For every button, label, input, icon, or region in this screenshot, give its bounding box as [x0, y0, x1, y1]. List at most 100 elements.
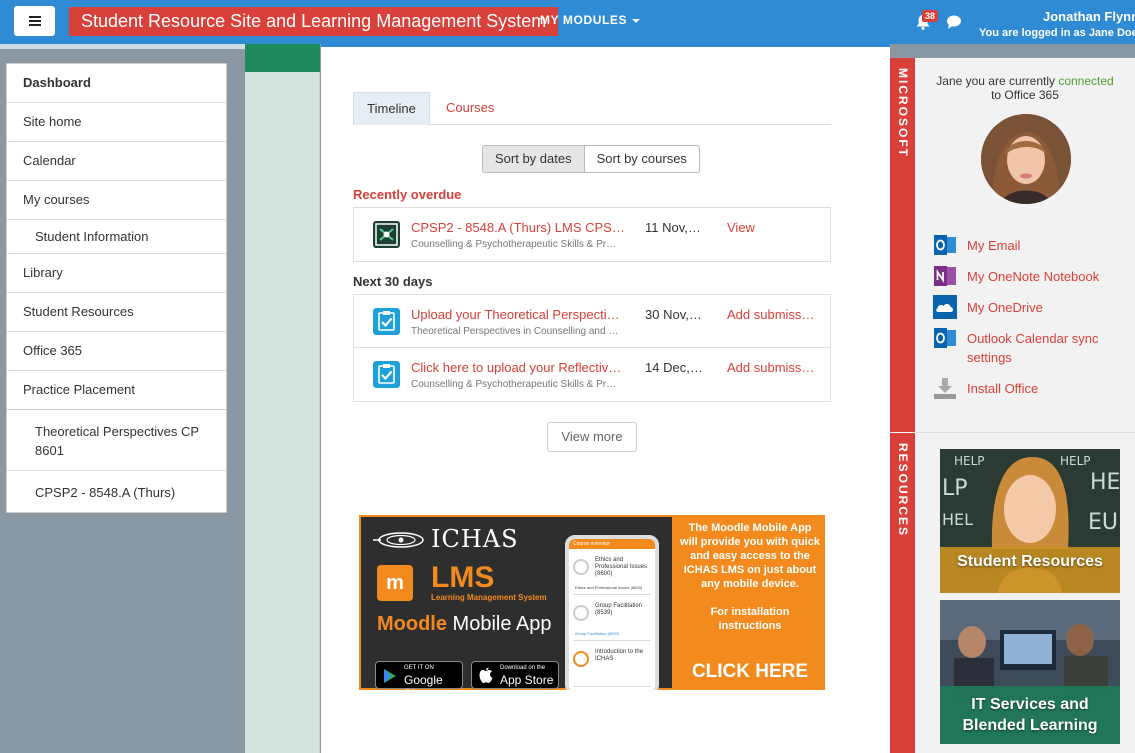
banner-app-rest: Mobile App — [447, 613, 552, 635]
nav-site-home[interactable]: Site home — [7, 103, 226, 142]
banner-promo-text: The Moodle Mobile App will provide you w… — [679, 521, 821, 633]
view-more-button[interactable]: View more — [547, 422, 637, 452]
connection-status: Jane you are currently connected to Offi… — [922, 74, 1128, 102]
banner-dark-panel: ICHAS m LMS Learning Management System M… — [359, 515, 674, 690]
nav-course-cpsp2[interactable]: CPSP2 - 8548.A (Thurs) — [7, 471, 226, 512]
student-resources-tile[interactable]: HELP HELP LP HE HEL EU Student Resources — [940, 449, 1120, 593]
quiz-icon — [373, 221, 400, 248]
event-title-link[interactable]: Click here to upload your Reflective Jou… — [411, 360, 626, 375]
svg-text:HE: HE — [1090, 470, 1120, 495]
phone-course-item: Group Facilitation (8539) Group Facilitat… — [573, 599, 651, 641]
resources-tab-label: RESOURCES — [896, 443, 910, 538]
tab-courses[interactable]: Courses — [446, 92, 494, 125]
banner-app-name: Moodle Mobile App — [377, 613, 552, 636]
app-store-big-text: App Store — [500, 673, 554, 687]
nav-student-information[interactable]: Student Information — [7, 220, 226, 254]
notification-count-badge: 38 — [922, 10, 939, 22]
onenote-icon — [934, 266, 956, 286]
sort-button-group: Sort by dates Sort by courses — [482, 145, 700, 173]
svg-text:HELP: HELP — [1060, 454, 1091, 468]
nav-my-courses[interactable]: My courses — [7, 181, 226, 220]
nav-course-theoretical-perspectives[interactable]: Theoretical Perspectives CP 8601 — [7, 410, 226, 471]
svg-text:LP: LP — [942, 476, 968, 501]
phone-course-name: Introduction to the ICHAS — [595, 649, 644, 662]
banner-click-here[interactable]: CLICK HERE — [679, 661, 821, 683]
apple-icon — [479, 667, 493, 683]
event-item: CPSP2 - 8548.A (Thurs) LMS CPSP2 - 8548.… — [354, 208, 830, 261]
event-action-link[interactable]: Add submission — [727, 360, 817, 375]
my-email-link[interactable]: My Email — [967, 236, 1020, 255]
moodle-mobile-app-banner[interactable]: ICHAS m LMS Learning Management System M… — [359, 515, 825, 690]
my-modules-dropdown[interactable]: MY MODULES — [540, 13, 641, 27]
block-region-left — [245, 44, 320, 753]
caret-down-icon — [632, 18, 641, 23]
it-services-tile[interactable]: IT Services and Blended Learning — [940, 600, 1120, 744]
my-onenote-link[interactable]: My OneNote Notebook — [967, 267, 1099, 286]
phone-course-sub: Group Facilitation (8539) — [575, 631, 620, 636]
outlook-calendar-icon — [934, 328, 956, 348]
tab-timeline[interactable]: Timeline — [353, 92, 430, 125]
ichas-logo-icon — [373, 532, 424, 548]
banner-install-text: For installation instructions — [710, 606, 790, 632]
event-title-link[interactable]: CPSP2 - 8548.A (Thurs) LMS CPSP2 - 8548.… — [411, 220, 626, 235]
install-office-link[interactable]: Install Office — [967, 379, 1038, 398]
nav-calendar[interactable]: Calendar — [7, 142, 226, 181]
phone-header: Course overview — [569, 539, 655, 549]
svg-text:HELP: HELP — [954, 454, 985, 468]
progress-circle — [573, 605, 589, 621]
outlook-calendar-sync-link[interactable]: Outlook Calendar sync settings — [967, 329, 1117, 367]
timeline-tabs: Timeline Courses — [353, 92, 831, 125]
microsoft-tab[interactable]: MICROSOFT — [890, 58, 915, 432]
nav-office-365[interactable]: Office 365 — [7, 332, 226, 371]
download-icon — [934, 378, 956, 399]
next-30-days-heading: Next 30 days — [353, 274, 433, 289]
progress-circle — [573, 651, 589, 667]
nav-library[interactable]: Library — [7, 254, 226, 293]
resources-tab[interactable]: RESOURCES — [890, 433, 915, 753]
hamburger-menu-button[interactable] — [14, 6, 55, 36]
recently-overdue-heading: Recently overdue — [353, 187, 462, 202]
message-icon[interactable] — [946, 14, 962, 30]
phone-course-item: Ethics and Professional Issues (8600) Eth… — [573, 553, 651, 595]
sort-by-dates-button[interactable]: Sort by dates — [482, 145, 584, 173]
banner-lms-subtitle: Learning Management System — [431, 593, 547, 602]
assignment-icon — [373, 308, 400, 335]
event-date: 14 Dec, 2017 — [645, 360, 703, 375]
my-modules-label: MY MODULES — [540, 13, 628, 27]
site-title[interactable]: Student Resource Site and Learning Manag… — [69, 7, 559, 36]
progress-circle — [573, 559, 589, 575]
google-play-small-text: GET IT ON — [404, 665, 434, 671]
nav-dashboard[interactable]: Dashboard — [7, 64, 226, 103]
it-services-label: IT Services and Blended Learning — [962, 696, 1098, 734]
event-date: 30 Nov, 2017 — [645, 307, 703, 322]
nav-student-resources[interactable]: Student Resources — [7, 293, 226, 332]
event-title-link[interactable]: Upload your Theoretical Perspectives ess… — [411, 307, 626, 322]
hamburger-icon — [28, 16, 41, 26]
event-course-name: Theoretical Perspectives in Counselling … — [411, 326, 621, 337]
sort-by-courses-button[interactable]: Sort by courses — [583, 145, 700, 173]
svg-text:HEL: HEL — [942, 510, 973, 529]
banner-brand: ICHAS — [431, 525, 519, 553]
banner-promo-description: The Moodle Mobile App will provide you w… — [680, 522, 820, 590]
connection-suffix: to Office 365 — [991, 88, 1059, 102]
my-onedrive-link[interactable]: My OneDrive — [967, 298, 1043, 317]
event-item: Upload your Theoretical Perspectives ess… — [354, 295, 830, 348]
google-play-big-text: Google Play — [404, 673, 443, 690]
microsoft-tab-label: MICROSOFT — [896, 68, 910, 158]
event-date: 11 Nov, 2017 — [645, 220, 703, 235]
event-action-link[interactable]: Add submission — [727, 307, 817, 322]
user-name[interactable]: Jonathan Flynn — [1043, 9, 1135, 24]
event-course-name: Counselling & Psychotherapeutic Skills &… — [411, 239, 621, 250]
google-play-badge[interactable]: GET IT ON Google Play — [375, 661, 463, 690]
banner-lms-title: LMS — [431, 561, 495, 594]
nav-practice-placement[interactable]: Practice Placement — [7, 371, 226, 410]
phone-course-name: Ethics and Professional Issues (8600) — [595, 557, 648, 577]
onedrive-icon — [933, 295, 957, 319]
logged-in-text: You are logged in as Jane Doe — [979, 27, 1135, 39]
phone-course-sub: Ethics and Professional Issues (8600) — [575, 585, 643, 590]
phone-course-item: Introduction to the ICHAS — [573, 645, 651, 687]
event-action-link[interactable]: View — [727, 220, 817, 235]
svg-text:EU: EU — [1088, 510, 1118, 535]
app-store-badge[interactable]: Download on the App Store — [471, 661, 559, 689]
nav-drawer: Dashboard Site home Calendar My courses … — [6, 63, 227, 411]
